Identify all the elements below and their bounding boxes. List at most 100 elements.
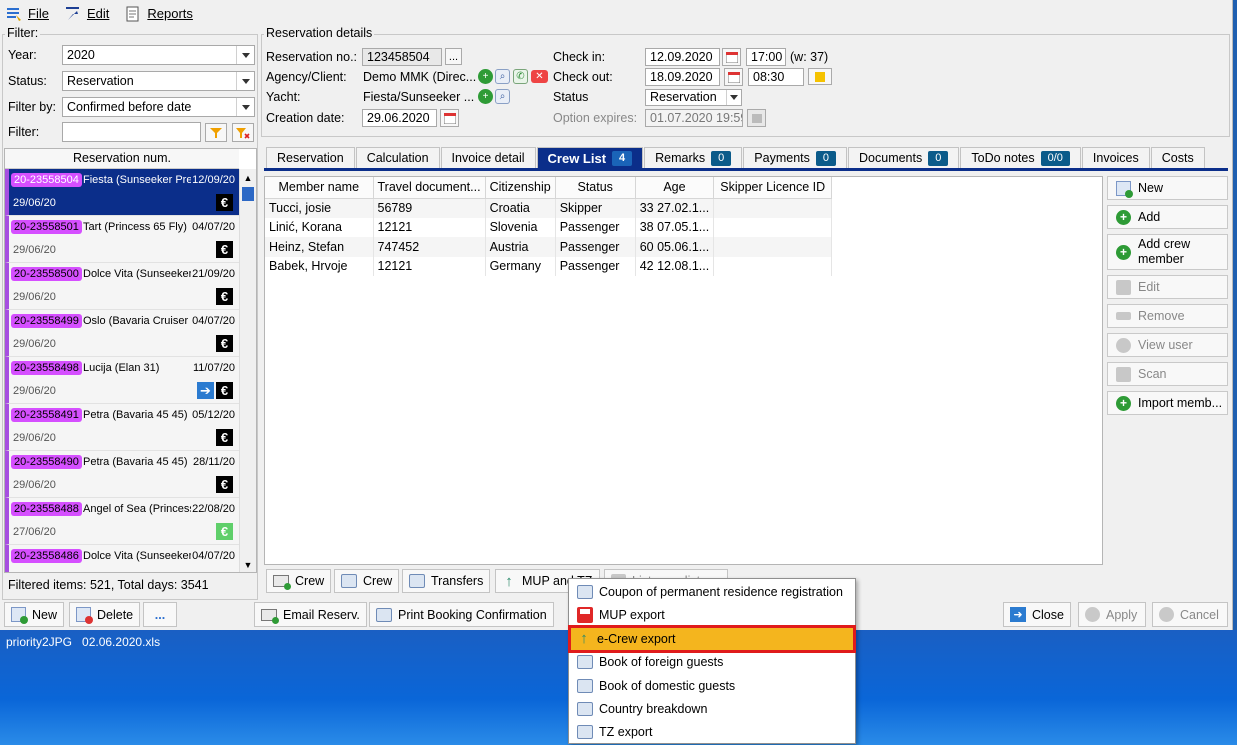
filter-clear-button[interactable] bbox=[232, 123, 254, 142]
checkin-calendar-button[interactable] bbox=[722, 48, 741, 66]
tab-remarks[interactable]: Remarks 0 bbox=[644, 147, 743, 169]
menu-item-e-crew-export[interactable]: ↑ e-Crew export bbox=[568, 624, 856, 653]
tab-invoices[interactable]: Invoices bbox=[1081, 147, 1150, 169]
view-user-button[interactable]: View user bbox=[1107, 333, 1228, 357]
tab-crew-list[interactable]: Crew List 4 bbox=[536, 147, 644, 169]
tab-reservation[interactable]: Reservation bbox=[266, 147, 355, 169]
phone-icon[interactable]: ✆ bbox=[513, 69, 528, 84]
new-member-button[interactable]: New bbox=[1107, 176, 1228, 200]
search-agency-icon[interactable]: ⌕ bbox=[495, 69, 510, 84]
remove-agency-icon[interactable]: ✕ bbox=[531, 70, 548, 83]
chevron-down-icon[interactable] bbox=[236, 98, 254, 116]
search-yacht-icon[interactable]: ⌕ bbox=[495, 89, 510, 104]
transfers-label: Transfers bbox=[431, 574, 484, 588]
scroll-up-icon[interactable]: ▲ bbox=[240, 169, 256, 186]
list-item[interactable]: 20-23558498 Lucija (Elan 31) 11/07/20 29/06… bbox=[5, 357, 239, 404]
menu-item-book-of-foreign-guests[interactable]: Book of foreign guests bbox=[571, 651, 853, 673]
column-header[interactable]: Skipper Licence ID bbox=[713, 177, 833, 199]
more-options-button[interactable]: ... bbox=[143, 602, 177, 627]
edit-member-button[interactable]: Edit bbox=[1107, 275, 1228, 299]
apply-button[interactable]: Apply bbox=[1078, 602, 1146, 627]
tab-costs[interactable]: Costs bbox=[1150, 147, 1205, 169]
list-item[interactable]: 20-23558486 Dolce Vita (Sunseeker 04/07/20 bbox=[5, 545, 239, 572]
remove-member-button[interactable]: Remove bbox=[1107, 304, 1228, 328]
resno-browse-button[interactable]: ... bbox=[445, 48, 462, 65]
add-member-button[interactable]: + Add bbox=[1107, 205, 1228, 229]
checkin-date-field[interactable]: 12.09.2020 bbox=[645, 48, 720, 66]
note-button[interactable] bbox=[808, 68, 832, 85]
scan-button[interactable]: Scan bbox=[1107, 362, 1228, 386]
scan-icon bbox=[1116, 366, 1131, 382]
table-row[interactable]: Heinz, Stefan 747452 Austria Passenger 60 05… bbox=[265, 237, 833, 257]
filter-apply-button[interactable] bbox=[205, 123, 227, 142]
status-filter-select[interactable]: Reservation bbox=[62, 71, 255, 91]
chevron-down-icon[interactable] bbox=[236, 72, 254, 90]
menu-edit[interactable]: Edit bbox=[65, 6, 109, 22]
scroll-thumb[interactable] bbox=[242, 187, 254, 201]
cancel-button[interactable]: Cancel bbox=[1152, 602, 1228, 627]
column-header[interactable]: Travel document... bbox=[373, 177, 486, 199]
menu-item-coupon-of-permanent-residence-registration[interactable]: Coupon of permanent residence registrati… bbox=[571, 581, 853, 603]
column-header[interactable]: Citizenship bbox=[485, 177, 556, 199]
creation-date-field[interactable]: 29.06.2020 bbox=[362, 109, 437, 127]
resno-field[interactable]: 123458504 bbox=[362, 48, 442, 66]
checkout-calendar-button[interactable] bbox=[724, 68, 743, 86]
checkin-time-field[interactable]: 17:00 bbox=[746, 48, 786, 66]
reservation-id: 20-23558499 bbox=[11, 314, 82, 328]
menu-item-mup-export[interactable]: MUP export bbox=[571, 604, 853, 626]
status-select[interactable]: Reservation bbox=[645, 89, 742, 106]
list-item[interactable]: 20-23558501 Tart (Princess 65 Fly) 04/07/2… bbox=[5, 216, 239, 263]
list-item[interactable]: 20-23558504 Fiesta (Sunseeker Pre 12/09/20… bbox=[5, 169, 239, 216]
table-row[interactable]: Linić, Korana 12121 Slovenia Passenger 38 07… bbox=[265, 217, 833, 237]
crew-email-button[interactable]: Crew bbox=[266, 569, 332, 593]
scroll-down-icon[interactable]: ▼ bbox=[240, 556, 256, 572]
desktop-file[interactable]: 02.06.2020.xls bbox=[82, 635, 160, 649]
menu-file[interactable]: File bbox=[6, 6, 49, 22]
menu-item-country-breakdown[interactable]: Country breakdown bbox=[571, 698, 853, 720]
menu-item-book-of-domestic-guests[interactable]: Book of domestic guests bbox=[571, 675, 853, 697]
desktop-file[interactable]: priority2JPG bbox=[6, 635, 72, 649]
menu-item-label: Country breakdown bbox=[599, 702, 708, 716]
creation-calendar-button[interactable] bbox=[440, 109, 459, 127]
list-item[interactable]: 20-23558500 Dolce Vita (Sunseeker 21/09/20… bbox=[5, 263, 239, 310]
crew-print-button[interactable]: Crew bbox=[334, 569, 400, 593]
add-crew-member-button[interactable]: + Add crew member bbox=[1107, 234, 1228, 270]
table-row[interactable]: Babek, Hrvoje 12121 Germany Passenger 42 12.… bbox=[265, 256, 833, 276]
transfers-button[interactable]: Transfers bbox=[402, 569, 491, 593]
add-yacht-icon[interactable]: + bbox=[478, 89, 493, 104]
menu-reports[interactable]: Reports bbox=[125, 6, 193, 22]
column-header[interactable]: Member name bbox=[265, 177, 374, 199]
print-booking-confirmation-button[interactable]: Print Booking Confirmation bbox=[369, 602, 554, 627]
tab-documents[interactable]: Documents 0 bbox=[848, 147, 960, 169]
column-header[interactable]: Status bbox=[555, 177, 636, 199]
list-item[interactable]: 20-23558491 Petra (Bavaria 45 45) 05/12/20… bbox=[5, 404, 239, 451]
tab-label: ToDo notes bbox=[971, 151, 1035, 165]
list-item[interactable]: 20-23558499 Oslo (Bavaria Cruiser 04/07/20… bbox=[5, 310, 239, 357]
list-scrollbar[interactable]: ▲ ▼ bbox=[239, 169, 256, 572]
menu-item-tz-export[interactable]: TZ export bbox=[571, 721, 853, 743]
tab-todo-notes[interactable]: ToDo notes 0/0 bbox=[960, 147, 1081, 169]
table-row[interactable]: Tucci, josie 56789 Croatia Skipper 33 27.02.… bbox=[265, 198, 833, 218]
delete-reservation-button[interactable]: Delete bbox=[69, 602, 141, 627]
tab-invoice-detail[interactable]: Invoice detail bbox=[440, 147, 536, 169]
reservation-id: 20-23558504 bbox=[11, 173, 82, 187]
close-button[interactable]: ➜ Close bbox=[1003, 602, 1071, 627]
new-reservation-button[interactable]: New bbox=[4, 602, 65, 627]
filterby-select[interactable]: Confirmed before date bbox=[62, 97, 255, 117]
tab-payments[interactable]: Payments 0 bbox=[743, 147, 848, 169]
chevron-down-icon[interactable] bbox=[726, 90, 741, 105]
chevron-down-icon[interactable] bbox=[236, 46, 254, 64]
import-members-button[interactable]: + Import memb... bbox=[1107, 391, 1228, 415]
tab-calculation[interactable]: Calculation bbox=[355, 147, 440, 169]
year-select[interactable]: 2020 bbox=[62, 45, 255, 65]
checkout-date-field[interactable]: 18.09.2020 bbox=[645, 68, 720, 86]
add-agency-icon[interactable]: + bbox=[478, 69, 493, 84]
filter-text-input[interactable] bbox=[62, 122, 201, 142]
reservation-list-header[interactable]: Reservation num. bbox=[5, 149, 239, 169]
list-item[interactable]: 20-23558490 Petra (Bavaria 45 45) 28/11/20… bbox=[5, 451, 239, 498]
email-reservation-button[interactable]: Email Reserv. bbox=[254, 602, 367, 627]
checkout-time-field[interactable]: 08:30 bbox=[748, 68, 804, 86]
list-item[interactable]: 20-23558488 Angel of Sea (Princess 22/08/2… bbox=[5, 498, 239, 545]
column-header[interactable]: Age bbox=[635, 177, 715, 199]
created-date: 29/06/20 bbox=[13, 479, 56, 491]
